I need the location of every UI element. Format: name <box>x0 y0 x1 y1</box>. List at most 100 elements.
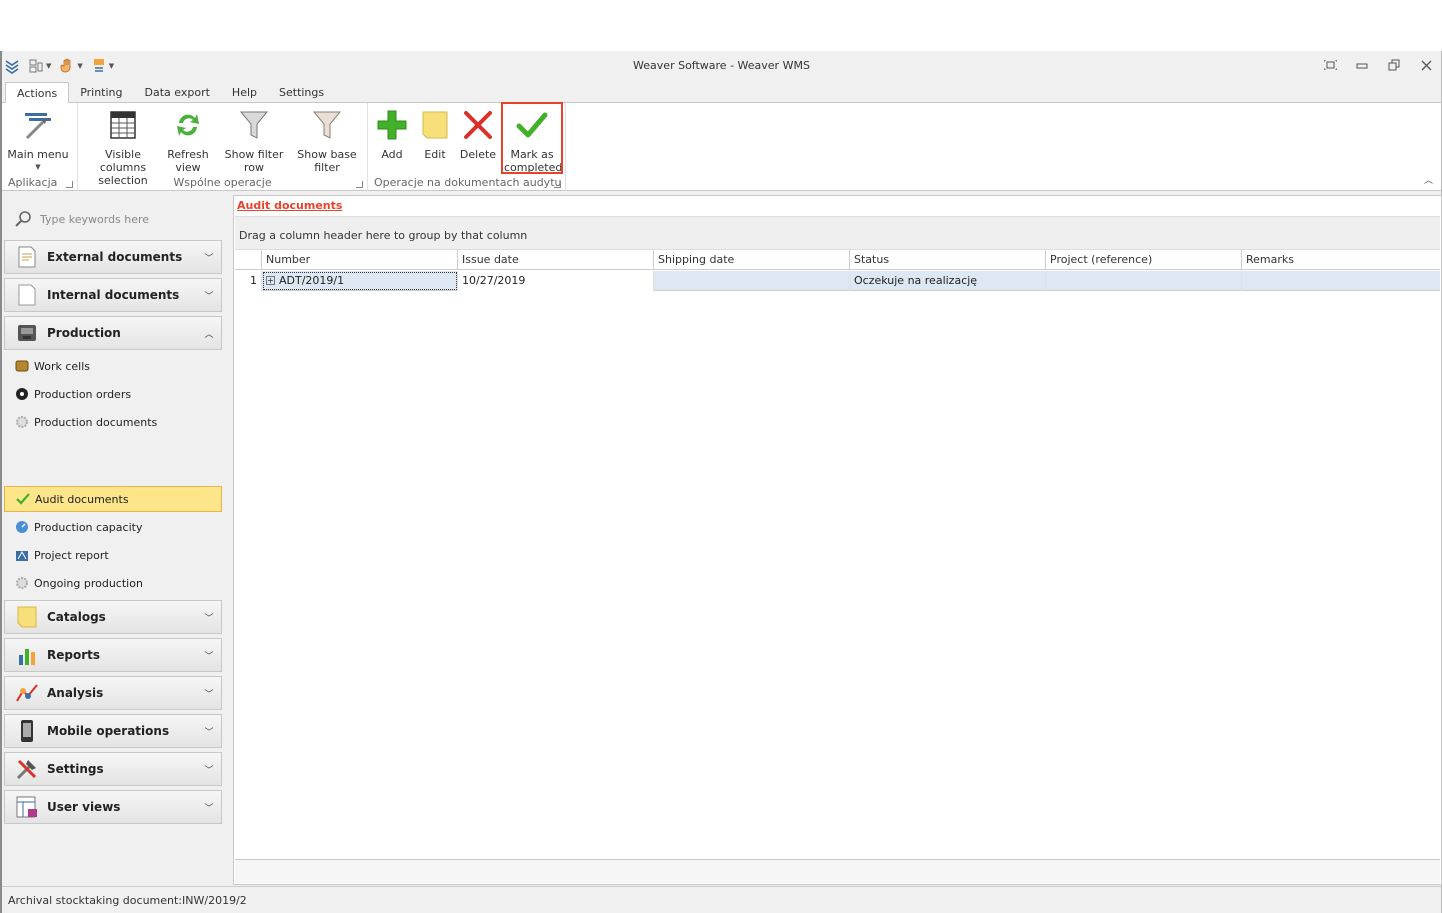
delete-label: Delete <box>459 148 497 161</box>
nav-item-production-documents[interactable]: Production documents <box>4 409 222 435</box>
cell-remarks[interactable] <box>1242 271 1440 291</box>
cell-issue-date[interactable]: 10/27/2019 <box>458 271 654 291</box>
nav-group-label: Settings <box>47 762 104 776</box>
fullscreen-button[interactable] <box>1321 57 1339 73</box>
group-launcher-icon[interactable] <box>66 181 73 188</box>
cell-shipping-date[interactable] <box>654 271 850 291</box>
cell-number[interactable]: + ADT/2019/1 <box>262 271 458 291</box>
nav-item-project-report[interactable]: Project report <box>4 542 222 568</box>
nav-item-label: Audit documents <box>35 492 129 506</box>
nav-item-label: Production orders <box>34 387 132 401</box>
chevron-down-icon: ﹀ <box>204 651 214 662</box>
refresh-view-button[interactable]: Refresh view <box>164 107 212 174</box>
title-bar: ▼ ▼ ▼ Weaver Software - Weaver WMS <box>2 51 1441 81</box>
window-title: Weaver Software - Weaver WMS <box>633 59 810 72</box>
cell-project[interactable] <box>1046 271 1242 291</box>
chevron-down-icon: ﹀ <box>204 727 214 738</box>
nav-item-label: Project report <box>34 548 109 562</box>
document-tab-audit-documents[interactable]: Audit documents <box>237 199 342 212</box>
main-menu-button[interactable]: Main menu ▼ <box>6 107 70 174</box>
delete-button[interactable]: Delete <box>458 107 498 161</box>
show-base-filter-button[interactable]: Show base filter <box>296 107 358 174</box>
group-launcher-icon[interactable] <box>356 181 363 188</box>
ribbon-tabs: Actions Printing Data export Help Settin… <box>2 82 1441 103</box>
add-button[interactable]: Add <box>372 107 412 161</box>
nav-item-label: Production documents <box>34 415 158 429</box>
cell-status[interactable]: Oczekuje na realizację <box>850 271 1046 291</box>
tab-actions[interactable]: Actions <box>5 82 70 103</box>
nav-group-user-views[interactable]: User views ﹀ <box>4 790 222 824</box>
user-views-icon <box>15 795 39 819</box>
main-menu-label: Main menu <box>7 148 69 161</box>
chevron-down-icon: ﹀ <box>204 291 214 302</box>
gauge-icon <box>14 519 30 535</box>
chevron-down-icon: ﹀ <box>204 253 214 264</box>
tab-data-export[interactable]: Data export <box>134 82 221 103</box>
group-launcher-icon[interactable] <box>554 181 561 188</box>
nav-group-catalogs[interactable]: Catalogs ﹀ <box>4 600 222 634</box>
nav-item-production-orders[interactable]: Production orders <box>4 381 222 407</box>
columns-table-icon <box>105 107 141 143</box>
nav-group-internal-documents[interactable]: Internal documents ﹀ <box>4 278 222 312</box>
row-number: 1 <box>235 271 262 291</box>
cell-number-text: ADT/2019/1 <box>279 274 345 287</box>
add-label: Add <box>381 148 403 161</box>
nav-search[interactable]: Type keywords here <box>4 205 222 233</box>
column-header-number[interactable]: Number <box>262 250 458 270</box>
nav-item-work-cells[interactable]: Work cells <box>4 353 222 379</box>
minimize-button[interactable] <box>1353 57 1371 73</box>
visible-columns-button[interactable]: Visible columns selection <box>84 107 162 187</box>
column-header-shipping-date[interactable]: Shipping date <box>654 250 850 270</box>
restore-icon <box>1388 59 1400 71</box>
visible-columns-label-1: Visible columns <box>99 148 147 174</box>
nav-group-external-documents[interactable]: External documents ﹀ <box>4 240 222 274</box>
show-base-label-2: filter <box>314 161 340 174</box>
group-by-panel[interactable]: Drag a column header here to group by th… <box>235 216 1440 250</box>
minimize-icon <box>1356 63 1368 69</box>
dropdown-arrow-icon: ▼ <box>35 163 41 171</box>
nav-group-label: Production <box>47 326 121 340</box>
checkmark-icon <box>15 491 31 507</box>
close-button[interactable] <box>1417 57 1435 73</box>
nav-group-label: User views <box>47 800 121 814</box>
tab-settings[interactable]: Settings <box>268 82 335 103</box>
column-header-remarks[interactable]: Remarks <box>1242 250 1440 270</box>
ribbon-group-common: Visible columns selection Refresh view S… <box>78 103 368 191</box>
nav-group-production[interactable]: Production ︿ <box>4 316 222 350</box>
column-header-status[interactable]: Status <box>850 250 1046 270</box>
table-row[interactable]: 1 + ADT/2019/1 10/27/2019 Oczekuje na re… <box>235 271 1440 291</box>
column-header-project[interactable]: Project (reference) <box>1046 250 1242 270</box>
nav-group-analysis[interactable]: Analysis ﹀ <box>4 676 222 710</box>
group-label-common: Wspólne operacje <box>173 176 272 189</box>
grid-header: Number Issue date Shipping date Status P… <box>235 250 1440 270</box>
refresh-label-1: Refresh <box>167 148 209 161</box>
tab-help[interactable]: Help <box>221 82 268 103</box>
nav-group-label: External documents <box>47 250 183 264</box>
ribbon-group-application: Main menu ▼ Aplikacja <box>2 103 78 191</box>
nav-group-mobile-operations[interactable]: Mobile operations ﹀ <box>4 714 222 748</box>
analysis-chart-icon <box>15 681 39 705</box>
close-icon <box>1421 60 1431 70</box>
base-filter-icon <box>309 107 345 143</box>
column-header-issue-date[interactable]: Issue date <box>458 250 654 270</box>
nav-item-ongoing-production[interactable]: Ongoing production <box>4 570 222 596</box>
highlight-box <box>501 102 563 174</box>
restore-button[interactable] <box>1385 57 1403 73</box>
nav-group-label: Catalogs <box>47 610 106 624</box>
nav-item-production-capacity[interactable]: Production capacity <box>4 514 222 540</box>
ribbon-group-audit: Add Edit Delete Mark as completed Operac… <box>368 102 566 191</box>
internal-documents-icon <box>15 283 39 307</box>
nav-group-settings[interactable]: Settings ﹀ <box>4 752 222 786</box>
nav-item-audit-documents[interactable]: Audit documents <box>4 486 222 512</box>
nav-group-label: Mobile operations <box>47 724 170 738</box>
show-filter-row-button[interactable]: Show filter row <box>216 107 292 174</box>
filter-icon <box>236 107 272 143</box>
expand-plus-icon[interactable]: + <box>266 276 275 285</box>
nav-group-reports[interactable]: Reports ﹀ <box>4 638 222 672</box>
edit-button[interactable]: Edit <box>416 107 454 161</box>
search-input[interactable]: Type keywords here <box>40 213 149 226</box>
tab-printing[interactable]: Printing <box>69 82 133 103</box>
status-text: Archival stocktaking document:INW/2019/2 <box>8 894 247 907</box>
collapse-ribbon-icon[interactable]: ︿ <box>1424 173 1433 186</box>
app-window: ▼ ▼ ▼ Weaver Software - Weaver WMS Actio… <box>0 51 1442 913</box>
